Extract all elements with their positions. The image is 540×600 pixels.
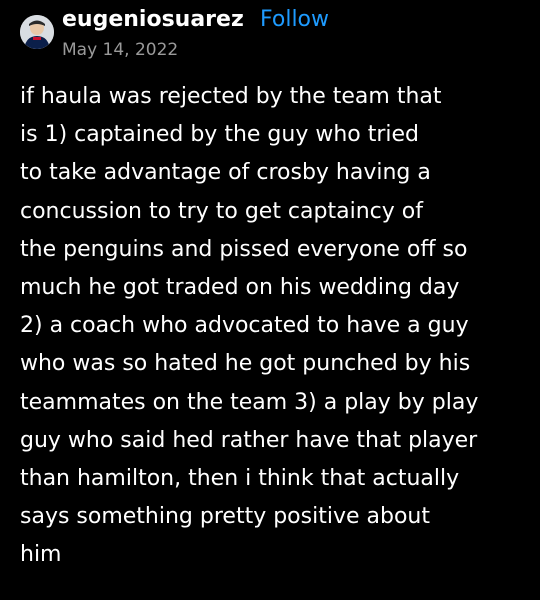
follow-button[interactable]: Follow [260,6,329,34]
avatar[interactable] [20,15,54,49]
avatar-image [20,15,54,49]
post-date: May 14, 2022 [62,40,179,60]
tumblr-post: eugeniosuarez Follow May 14, 2022 if hau… [0,0,540,600]
author-username[interactable]: eugeniosuarez [62,6,244,34]
post-text: if haula was rejected by the team that i… [20,84,479,568]
post-header: eugeniosuarez Follow May 14, 2022 [20,4,520,64]
